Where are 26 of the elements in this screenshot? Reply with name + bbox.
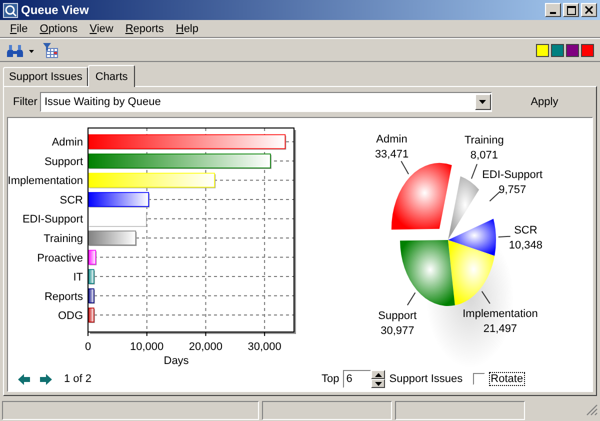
category-label: Training <box>44 233 83 245</box>
tick-label: 30,000 <box>248 341 282 353</box>
unit-label: Support Issues <box>389 373 463 385</box>
tick-label: 20,000 <box>188 341 223 353</box>
category-label: IT <box>73 272 83 284</box>
category-label: Admin <box>52 136 83 149</box>
category-label: SCR <box>60 194 83 206</box>
axis-title: Days <box>164 355 189 367</box>
category-label: Implementation <box>8 175 83 188</box>
tick-label: 10,000 <box>130 341 164 353</box>
page-indicator: 1 of 2 <box>64 373 92 385</box>
category-label: Support <box>44 156 83 168</box>
slice-label: Admin 33,471 <box>374 133 409 160</box>
tick-label: 0 <box>84 341 92 353</box>
slice-label: SCR 10,348 <box>508 224 543 252</box>
slice-label: Support 30,977 <box>378 310 417 338</box>
category-label: Reports <box>44 290 83 303</box>
window-title: Queue View <box>21 3 90 17</box>
category-label: EDI-Support <box>22 214 83 226</box>
slice-label: Training 8,071 <box>464 134 504 162</box>
category-label: ODG <box>58 310 83 322</box>
top-label: Top <box>322 373 340 385</box>
filter-label: Filter <box>13 96 38 108</box>
slice-label: EDI-Support 9,757 <box>482 168 543 196</box>
slice-label: Implementation 21,497 <box>462 308 538 336</box>
category-label: Proactive <box>37 252 83 264</box>
